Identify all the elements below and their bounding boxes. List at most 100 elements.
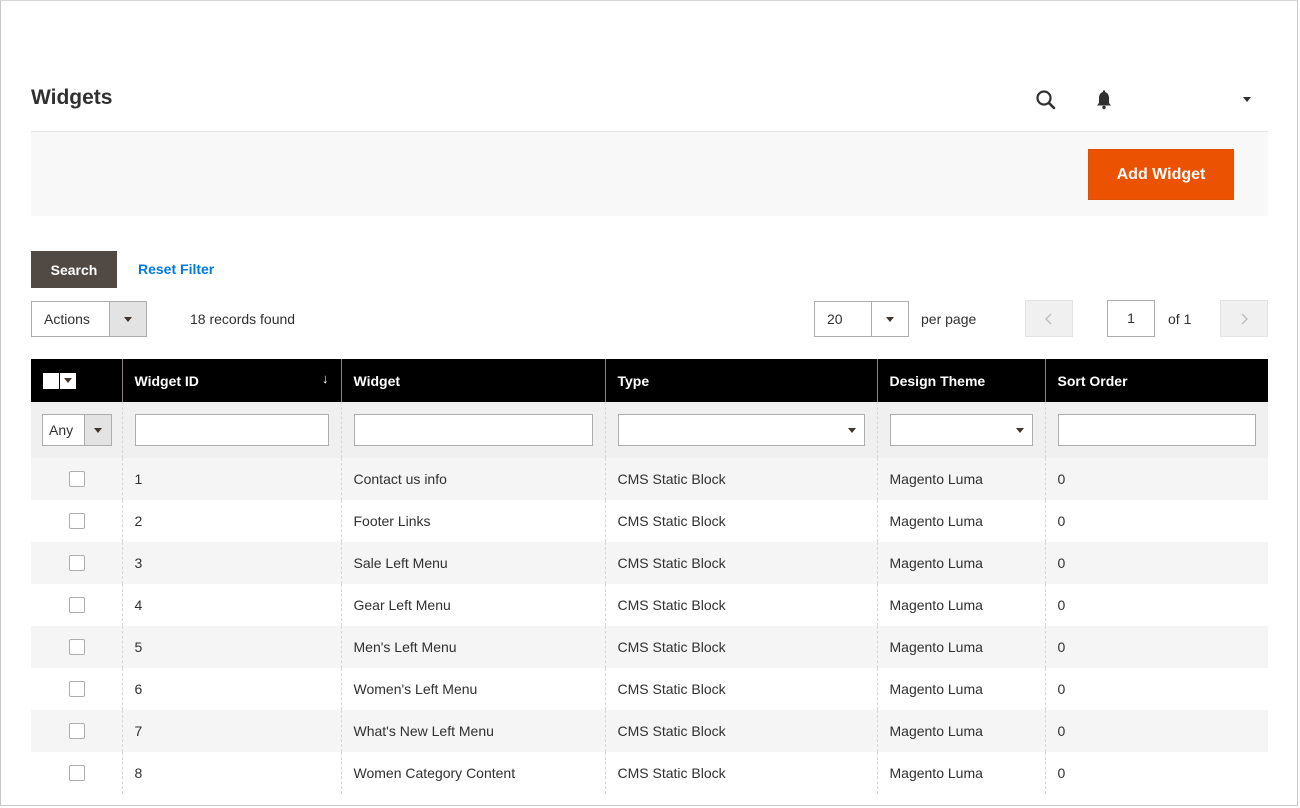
- design-theme-cell: Magento Luma: [876, 668, 1045, 710]
- widget-name-cell: Gear Left Menu: [340, 584, 605, 626]
- column-header-label: Widget ID: [134, 372, 199, 389]
- mass-select-control[interactable]: [43, 372, 77, 390]
- sort-order-filter-input[interactable]: [1057, 414, 1256, 446]
- filter-cell-type: [604, 402, 877, 458]
- grid-header-row: Widget ID ↓ Widget Type Design Theme Sor…: [31, 359, 1268, 402]
- design-theme-cell: Magento Luma: [876, 458, 1045, 500]
- chevron-down-icon[interactable]: [1240, 92, 1254, 106]
- widget-id-cell: 4: [121, 584, 341, 626]
- row-select-cell: [31, 458, 122, 500]
- filter-cell-design-theme: [876, 402, 1045, 458]
- type-cell: CMS Static Block: [604, 542, 877, 584]
- type-filter-select[interactable]: [617, 414, 865, 446]
- design-theme-filter-select[interactable]: [889, 414, 1033, 446]
- table-row[interactable]: 1 Contact us info CMS Static Block Magento …: [31, 458, 1268, 500]
- widgets-grid: Widget ID ↓ Widget Type Design Theme Sor…: [31, 359, 1268, 794]
- widget-name-cell: Women's Left Menu: [340, 668, 605, 710]
- row-select-cell: [31, 500, 122, 542]
- widget-filter-input[interactable]: [353, 414, 593, 446]
- type-cell: CMS Static Block: [604, 710, 877, 752]
- type-cell: CMS Static Block: [604, 584, 877, 626]
- design-theme-cell: Magento Luma: [876, 584, 1045, 626]
- add-widget-button[interactable]: Add Widget: [1088, 149, 1234, 200]
- row-checkbox[interactable]: [69, 639, 85, 655]
- filter-cell-widget: [340, 402, 605, 458]
- mass-actions-label: Actions: [32, 302, 110, 336]
- type-cell: CMS Static Block: [604, 668, 877, 710]
- column-header-widget-id[interactable]: Widget ID ↓: [121, 359, 341, 402]
- column-header-type[interactable]: Type: [604, 359, 877, 402]
- design-theme-cell: Magento Luma: [876, 500, 1045, 542]
- bell-icon[interactable]: [1092, 88, 1116, 112]
- chevron-down-icon: [872, 302, 908, 336]
- design-theme-cell: Magento Luma: [876, 542, 1045, 584]
- widget-name-cell: Men's Left Menu: [340, 626, 605, 668]
- mass-actions-select[interactable]: Actions: [31, 301, 147, 337]
- column-header-design-theme[interactable]: Design Theme: [876, 359, 1045, 402]
- column-header-label: Design Theme: [889, 372, 986, 389]
- widget-name-cell: Contact us info: [340, 458, 605, 500]
- row-checkbox[interactable]: [69, 555, 85, 571]
- table-row[interactable]: 3 Sale Left Menu CMS Static Block Magento L…: [31, 542, 1268, 584]
- per-page-label: per page: [921, 311, 977, 327]
- filter-cell-sort-order: [1044, 402, 1268, 458]
- widget-name-cell: Footer Links: [340, 500, 605, 542]
- mass-select-header[interactable]: [31, 359, 122, 402]
- search-icon[interactable]: [1034, 88, 1058, 112]
- reset-filter-link[interactable]: Reset Filter: [138, 261, 214, 277]
- row-select-cell: [31, 584, 122, 626]
- row-select-cell: [31, 542, 122, 584]
- table-row[interactable]: 4 Gear Left Menu CMS Static Block Magento L…: [31, 584, 1268, 626]
- row-select-cell: [31, 668, 122, 710]
- table-row[interactable]: 7 What's New Left Menu CMS Static Block Mag…: [31, 710, 1268, 752]
- search-button[interactable]: Search: [31, 251, 117, 288]
- table-row[interactable]: 5 Men's Left Menu CMS Static Block Magento …: [31, 626, 1268, 668]
- page-title: Widgets: [31, 86, 113, 109]
- page-actions-bar: [31, 132, 1268, 216]
- sort-order-cell: 0: [1044, 584, 1268, 626]
- per-page-select[interactable]: 20: [814, 301, 909, 337]
- widget-id-cell: 6: [121, 668, 341, 710]
- sort-order-cell: 0: [1044, 752, 1268, 794]
- select-filter-label: Any: [43, 415, 85, 445]
- type-cell: CMS Static Block: [604, 626, 877, 668]
- column-header-label: Sort Order: [1057, 372, 1128, 389]
- design-theme-cell: Magento Luma: [876, 752, 1045, 794]
- table-row[interactable]: 2 Footer Links CMS Static Block Magento Lum…: [31, 500, 1268, 542]
- widget-name-cell: What's New Left Menu: [340, 710, 605, 752]
- page-number-input[interactable]: 1: [1107, 300, 1155, 337]
- table-row[interactable]: 8 Women Category Content CMS Static Block M…: [31, 752, 1268, 794]
- chevron-down-icon: [110, 302, 146, 336]
- checkbox-icon: [43, 372, 59, 389]
- row-checkbox[interactable]: [69, 765, 85, 781]
- sort-order-cell: 0: [1044, 710, 1268, 752]
- select-filter[interactable]: Any: [42, 414, 112, 446]
- table-row[interactable]: 6 Women's Left Menu CMS Static Block Magent…: [31, 668, 1268, 710]
- previous-page-button[interactable]: [1025, 300, 1073, 337]
- row-checkbox[interactable]: [69, 723, 85, 739]
- type-cell: CMS Static Block: [604, 458, 877, 500]
- widget-name-cell: Women Category Content: [340, 752, 605, 794]
- row-checkbox[interactable]: [69, 471, 85, 487]
- widget-id-cell: 8: [121, 752, 341, 794]
- widget-id-cell: 1: [121, 458, 341, 500]
- filter-row: Any: [31, 402, 1268, 458]
- row-select-cell: [31, 626, 122, 668]
- row-checkbox[interactable]: [69, 681, 85, 697]
- type-cell: CMS Static Block: [604, 500, 877, 542]
- next-page-button[interactable]: [1220, 300, 1268, 337]
- chevron-down-icon: [60, 372, 76, 389]
- column-header-label: Type: [617, 372, 650, 389]
- row-select-cell: [31, 752, 122, 794]
- type-cell: CMS Static Block: [604, 752, 877, 794]
- chevron-left-icon: [1045, 313, 1052, 324]
- widget-id-cell: 5: [121, 626, 341, 668]
- chevron-right-icon: [1241, 313, 1248, 324]
- row-checkbox[interactable]: [69, 513, 85, 529]
- row-checkbox[interactable]: [69, 597, 85, 613]
- filter-cell-select: Any: [31, 402, 122, 458]
- sort-desc-icon: ↓: [322, 371, 329, 386]
- column-header-sort-order[interactable]: Sort Order: [1044, 359, 1268, 402]
- column-header-widget[interactable]: Widget: [340, 359, 605, 402]
- widget-id-filter-input[interactable]: [134, 414, 329, 446]
